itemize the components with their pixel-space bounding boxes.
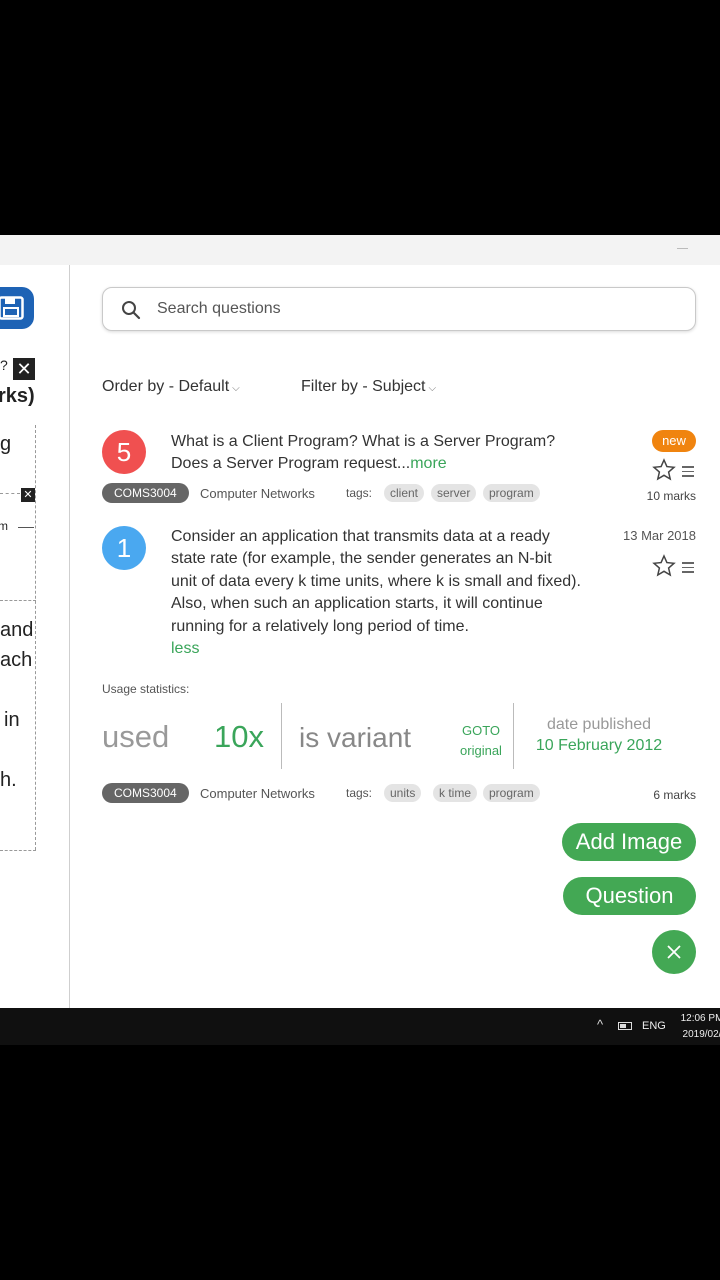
text-fragment: h. [0, 769, 17, 791]
divider [0, 850, 36, 851]
order-by-dropdown[interactable]: Order by - Default ⌵ [102, 378, 240, 396]
chevron-up-icon[interactable]: ^ [597, 1017, 603, 1032]
tags-label: tags: [346, 786, 373, 800]
search-input[interactable] [157, 296, 677, 322]
save-button[interactable] [0, 287, 34, 329]
used-count: 10x [214, 719, 264, 754]
text-fragment: and [0, 619, 34, 641]
goto-label: GOTO [461, 723, 501, 738]
question-body: What is a Client Program? What is a Serv… [171, 433, 556, 473]
close-icon [667, 945, 681, 959]
subject-label: Computer Networks [200, 486, 315, 501]
usage-statistics-label: Usage statistics: [102, 682, 190, 696]
variant-label: is variant [299, 722, 412, 753]
divider [0, 493, 20, 494]
star-icon[interactable] [652, 458, 676, 482]
text-fragment: rks) [0, 385, 35, 407]
date-published-label: date published [546, 716, 652, 733]
used-label: used [102, 719, 170, 754]
course-chip[interactable]: COMS3004 [102, 483, 189, 503]
tag-chip[interactable]: server [431, 484, 477, 502]
question-meta: COMS3004 Computer Networks tags: units k… [102, 783, 642, 803]
clock[interactable]: 12:06 PM 2019/02/ [672, 1011, 720, 1043]
question-date: 13 Mar 2018 [623, 528, 696, 543]
text-fragment: m [0, 519, 8, 533]
menu-icon[interactable] [682, 466, 694, 480]
chevron-down-icon: ⌵ [232, 383, 240, 394]
question-actions [652, 458, 698, 482]
order-by-label: Order by - Default [102, 378, 230, 395]
text-fragment: in [4, 709, 20, 731]
tag-chip[interactable]: program [483, 784, 540, 802]
tags-label: tags: [346, 486, 373, 500]
app-window: ? ✕ rks) g ✕ m and ach in h. Order by - … [0, 235, 720, 1008]
subject-label: Computer Networks [200, 786, 315, 801]
question-text[interactable]: What is a Client Program? What is a Serv… [171, 431, 581, 476]
close-icon[interactable]: ✕ [13, 358, 35, 380]
left-panel: ? ✕ rks) g ✕ m and ach in h. [0, 265, 70, 1008]
goto-original-link[interactable]: GOTO original [455, 721, 507, 761]
star-icon[interactable] [652, 554, 676, 578]
question-actions [652, 554, 698, 578]
save-icon [0, 296, 24, 320]
original-label: original [460, 743, 502, 758]
tag-chip[interactable]: units [384, 784, 422, 802]
text-fragment: g [0, 433, 12, 455]
more-link[interactable]: more [410, 455, 446, 472]
chevron-down-icon: ⌵ [428, 383, 437, 394]
slider-line [18, 527, 34, 528]
filter-by-dropdown[interactable]: Filter by - Subject ⌵ [301, 378, 436, 396]
text-fragment: ? [0, 357, 8, 373]
date-published: date published 10 February 2012 [526, 716, 672, 755]
divider [0, 600, 36, 601]
divider [35, 425, 36, 850]
tag-chip[interactable]: client [384, 484, 425, 502]
question-number-badge: 1 [102, 526, 146, 570]
filter-by-label: Filter by - Subject [301, 378, 426, 395]
date-published-value: 10 February 2012 [535, 737, 663, 754]
close-fab-button[interactable] [652, 930, 696, 974]
tag-chip[interactable]: program [483, 484, 540, 502]
tag-chip[interactable]: k time [433, 784, 478, 802]
minimize-button[interactable] [677, 248, 688, 249]
battery-icon[interactable] [618, 1022, 632, 1030]
question-meta: COMS3004 Computer Networks tags: client … [102, 483, 642, 503]
language-indicator[interactable]: ENG [642, 1020, 666, 1032]
title-bar [0, 235, 720, 265]
close-icon[interactable]: ✕ [21, 488, 35, 502]
divider [281, 703, 282, 769]
question-text[interactable]: Consider an application that transmits d… [171, 526, 581, 660]
add-image-button[interactable]: Add Image [562, 823, 696, 861]
text-fragment: ach [0, 649, 33, 671]
question-body: Consider an application that transmits d… [171, 528, 581, 635]
clock-date: 2019/02/ [682, 1029, 720, 1040]
marks-label: 6 marks [653, 788, 696, 802]
divider [513, 703, 514, 769]
search-icon [122, 301, 141, 320]
question-button[interactable]: Question [563, 877, 696, 915]
new-badge: new [652, 430, 696, 452]
taskbar: ^ ENG 12:06 PM 2019/02/ [0, 1008, 720, 1045]
less-link[interactable]: less [171, 640, 199, 657]
course-chip[interactable]: COMS3004 [102, 783, 189, 803]
search-bar[interactable] [102, 287, 696, 331]
clock-time: 12:06 PM [680, 1013, 720, 1024]
menu-icon[interactable] [682, 562, 694, 576]
question-number-badge: 5 [102, 430, 146, 474]
